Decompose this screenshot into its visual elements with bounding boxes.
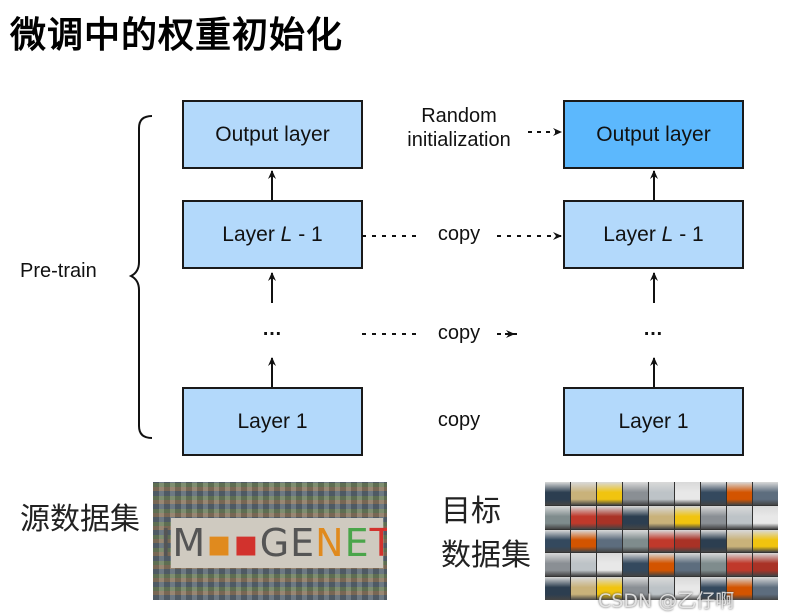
car-thumbnail [571,577,596,600]
car-thumbnail [545,529,570,553]
car-thumbnail [545,482,570,505]
target-dataset-label: 目标 数据集 [441,490,531,578]
car-thumbnail [701,505,726,529]
car-thumbnail [675,505,700,529]
car-thumbnail [571,553,596,577]
car-thumbnail [623,529,648,553]
car-thumbnail [597,505,622,529]
car-thumbnail [701,482,726,505]
car-thumbnail [753,553,778,577]
car-thumbnail [727,505,752,529]
brace-icon [128,115,153,439]
source-dataset-label: 源数据集 [20,502,140,537]
car-thumbnail [753,529,778,553]
target-label-line1: 目标 [441,494,501,529]
car-thumbnail [571,505,596,529]
car-thumbnail [701,529,726,553]
car-thumbnail [623,505,648,529]
car-thumbnail [649,529,674,553]
car-thumbnail [623,553,648,577]
car-thumbnail [727,553,752,577]
car-thumbnail [545,553,570,577]
car-thumbnail [727,482,752,505]
car-thumbnail [701,553,726,577]
car-thumbnail [675,529,700,553]
car-thumbnail [597,529,622,553]
target-label-line2: 数据集 [441,538,531,573]
car-thumbnail [649,482,674,505]
imagenet-image: IM ▪ ▪ GE N E T [153,482,387,600]
car-thumbnail [675,482,700,505]
car-thumbnail [753,482,778,505]
car-thumbnail [753,505,778,529]
car-thumbnail [571,529,596,553]
car-thumbnail [545,577,570,600]
car-thumbnail [545,505,570,529]
car-thumbnail [597,482,622,505]
imagenet-logo-text: IM ▪ ▪ GE N E T [160,518,387,568]
car-thumbnail [623,482,648,505]
car-thumbnail [649,553,674,577]
car-dataset-image [545,482,778,600]
car-thumbnail [571,482,596,505]
car-thumbnail [753,577,778,600]
watermark: CSDN @乙仔啊 [598,590,735,612]
car-thumbnail [727,529,752,553]
car-thumbnail [597,553,622,577]
car-thumbnail [649,505,674,529]
car-thumbnail [675,553,700,577]
